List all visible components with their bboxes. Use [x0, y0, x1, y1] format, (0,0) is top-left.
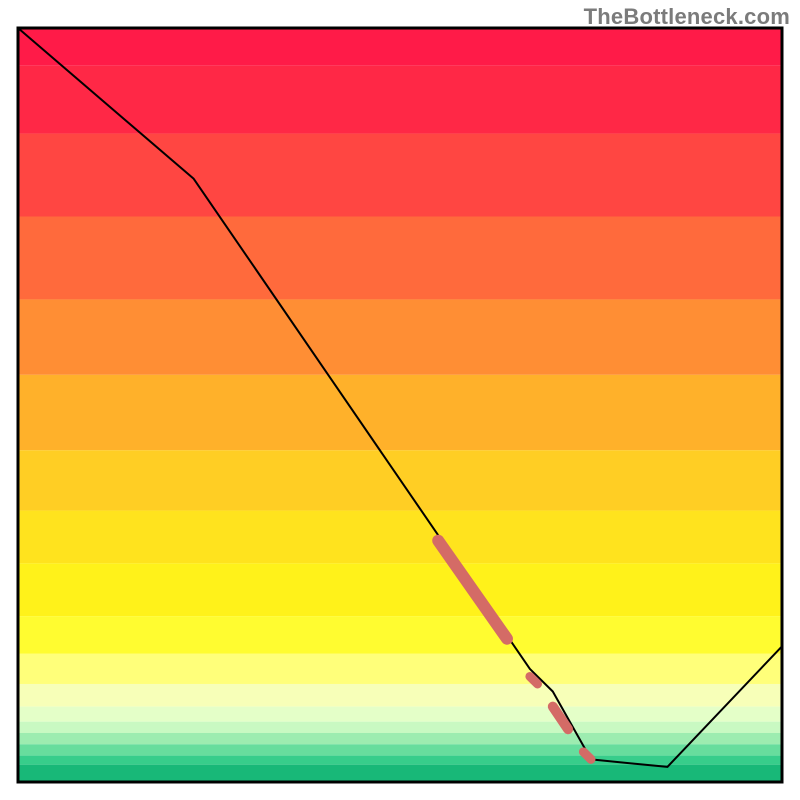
chart-container: TheBottleneck.com [0, 0, 800, 800]
bottleneck-chart [0, 0, 800, 800]
highlight-segment-3 [583, 752, 591, 760]
highlight-segment-1 [530, 676, 538, 684]
